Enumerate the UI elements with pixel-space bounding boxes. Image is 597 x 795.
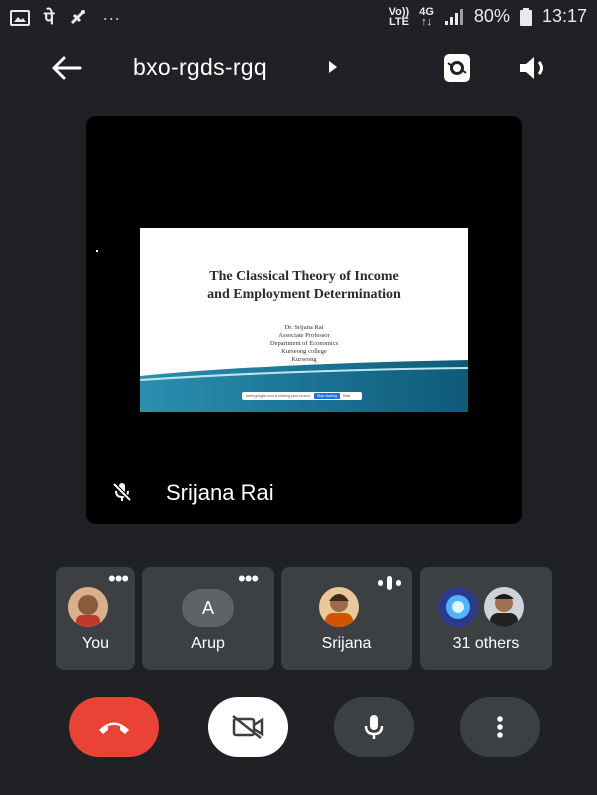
camera-toggle-button[interactable] bbox=[208, 697, 288, 757]
avatar-other-2 bbox=[484, 587, 524, 627]
avatar-other-1 bbox=[438, 587, 478, 627]
battery-percent: 80% bbox=[473, 6, 510, 26]
more-options-icon[interactable]: ••• bbox=[238, 568, 259, 590]
participant-label: Srijana bbox=[321, 635, 372, 652]
meeting-code[interactable]: bxo-rgds-rgq bbox=[133, 54, 267, 81]
status-left-icons: पे ··· bbox=[10, 6, 120, 30]
slide-title: The Classical Theory of Income and Emplo… bbox=[207, 269, 401, 302]
video-off-icon bbox=[232, 715, 264, 739]
speaker-icon[interactable] bbox=[516, 52, 552, 84]
clock: 13:17 bbox=[541, 6, 587, 26]
vertical-dots-icon bbox=[497, 716, 503, 738]
microphone-button[interactable] bbox=[334, 697, 414, 757]
satellite-icon bbox=[71, 10, 86, 25]
avatar-you bbox=[68, 587, 108, 627]
participant-tile-you[interactable]: ••• You bbox=[56, 567, 135, 670]
participant-label: Arup bbox=[191, 635, 225, 652]
mic-off-icon bbox=[112, 482, 132, 502]
switch-camera-icon[interactable] bbox=[438, 50, 476, 86]
image-icon bbox=[10, 10, 30, 26]
presenter-name: Srijana Rai bbox=[166, 480, 274, 505]
status-right: Vo)) LTE 4G ↑↓ 80% 13:17 bbox=[389, 6, 587, 27]
hindi-character-icon: पे bbox=[44, 8, 55, 28]
status-bar: पे ··· Vo)) LTE 4G ↑↓ 80% 13:17 bbox=[0, 0, 597, 34]
participant-label: 31 others bbox=[452, 635, 520, 652]
caret-right-icon[interactable] bbox=[326, 58, 340, 76]
speaking-indicator-icon bbox=[378, 576, 401, 590]
avatar-arup: A bbox=[182, 589, 234, 627]
screen-share-bar: meet.google.com is sharing your screen. … bbox=[242, 392, 362, 400]
participant-tile-others[interactable]: 31 others bbox=[420, 567, 552, 670]
participant-label: You bbox=[82, 635, 109, 652]
more-options-button[interactable] bbox=[460, 697, 540, 757]
volte-indicator: Vo)) LTE bbox=[388, 5, 410, 28]
end-call-button[interactable] bbox=[69, 697, 159, 757]
more-options-icon[interactable]: ••• bbox=[108, 568, 129, 590]
slide-wave-decoration bbox=[140, 360, 468, 412]
avatar-srijana bbox=[319, 587, 359, 627]
participant-tile-arup[interactable]: A ••• Arup bbox=[142, 567, 274, 670]
presentation-slide: The Classical Theory of Income and Emplo… bbox=[140, 228, 468, 412]
back-arrow-icon[interactable] bbox=[48, 52, 84, 84]
hang-up-icon bbox=[99, 722, 129, 734]
video-artifact bbox=[96, 250, 98, 252]
mic-icon bbox=[364, 715, 384, 739]
battery-icon bbox=[519, 7, 532, 26]
status-ellipsis: ··· bbox=[102, 7, 121, 28]
presenter-video-tile[interactable]: The Classical Theory of Income and Emplo… bbox=[86, 116, 522, 524]
signal-icon bbox=[444, 8, 463, 25]
participant-tile-srijana[interactable]: Srijana bbox=[281, 567, 412, 670]
network-type-indicator: 4G ↑↓ bbox=[419, 5, 434, 28]
